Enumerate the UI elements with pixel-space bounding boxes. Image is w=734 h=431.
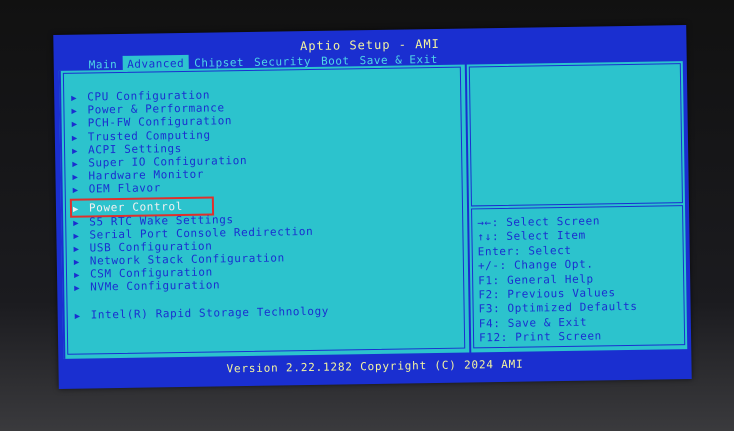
submenu-arrow-icon: ▶ [72, 204, 80, 215]
item-help-box [468, 63, 683, 207]
menu-item-power-control[interactable]: ▶ Power Control [69, 195, 214, 218]
help-f12: F12: Print Screen [478, 329, 602, 345]
key-help-list: →←: Select Screen ↑↓: Select Item Enter:… [477, 214, 638, 346]
version-footer: Version 2.22.1282 Copyright (C) 2024 AMI [226, 357, 524, 376]
main-panel: ▶ CPU Configuration ▶ Power & Performance … [58, 61, 688, 359]
submenu-arrow-icon: ▶ [72, 185, 79, 197]
submenu-arrow-icon: ▶ [74, 311, 81, 322]
bios-screen: Aptio Setup - AMI Main Advanced Chipset … [53, 25, 692, 389]
submenu-arrow-icon: ▶ [74, 284, 81, 295]
advanced-menu-list: ▶ CPU Configuration ▶ Power & Performance … [69, 87, 329, 322]
menu-item-oem-flavor[interactable]: ▶ OEM Flavor [73, 179, 328, 196]
help-f3: F3: Optimized Defaults [478, 300, 638, 316]
